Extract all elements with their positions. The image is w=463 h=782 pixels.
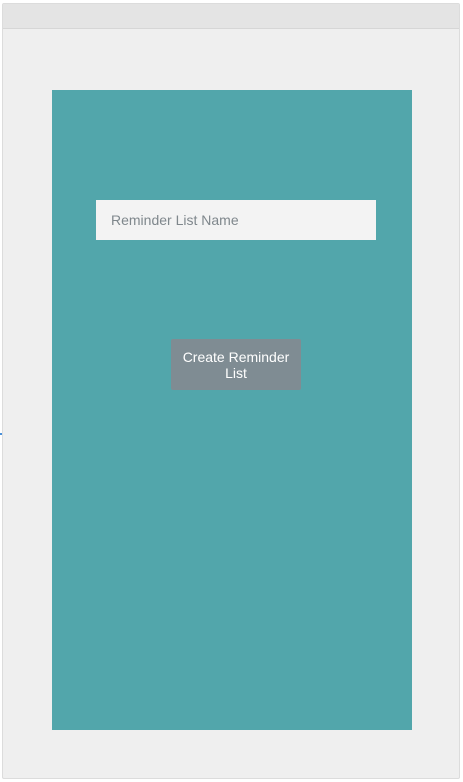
create-reminder-list-panel: Create Reminder List <box>52 90 412 730</box>
app-window: Create Reminder List <box>2 3 460 779</box>
reminder-list-name-input[interactable] <box>96 200 376 240</box>
window-titlebar[interactable] <box>3 4 459 29</box>
create-reminder-list-button[interactable]: Create Reminder List <box>171 339 301 390</box>
